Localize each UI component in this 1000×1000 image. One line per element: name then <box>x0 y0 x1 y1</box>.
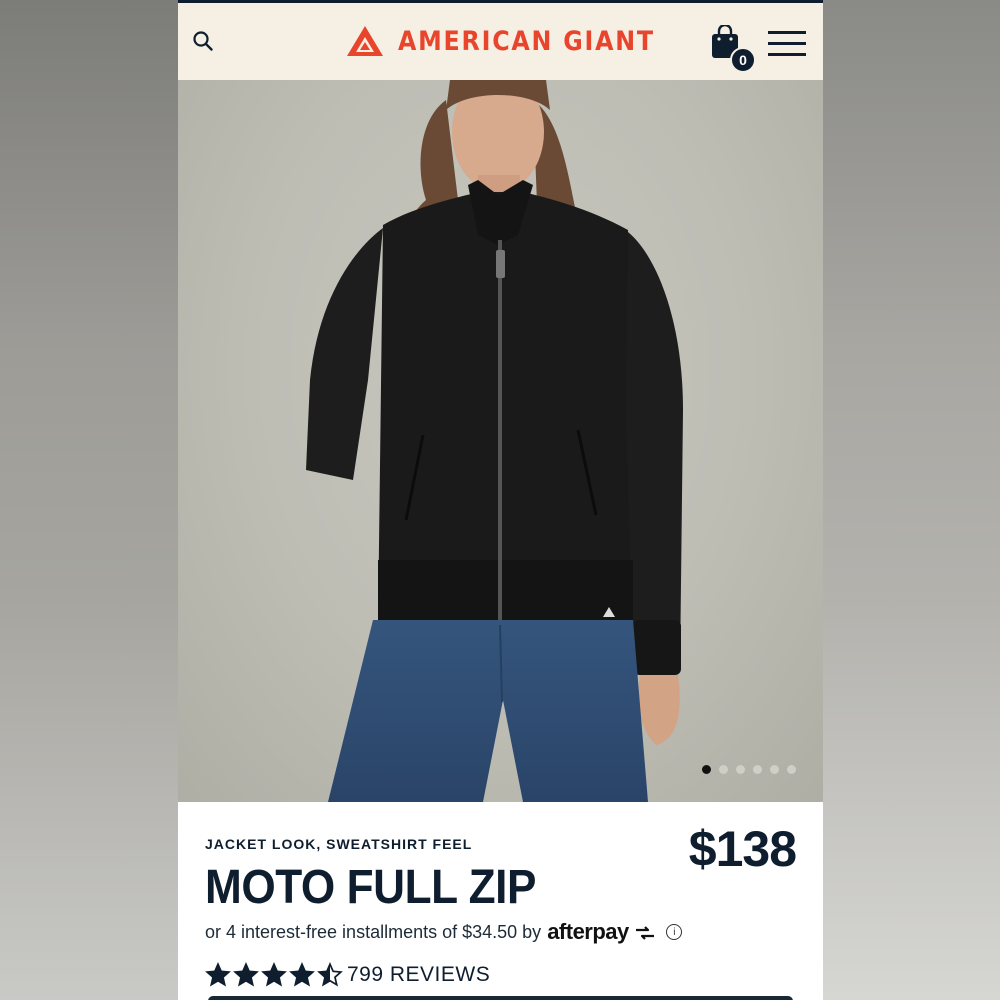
gallery-dot[interactable] <box>787 765 796 774</box>
site-header: AMERICAN GIANT 0 <box>178 3 823 80</box>
cart-button[interactable]: 0 <box>710 23 756 73</box>
star-half-icon <box>317 962 343 987</box>
afterpay-label: afterpay <box>547 919 629 944</box>
product-image[interactable] <box>178 80 823 802</box>
info-icon[interactable]: i <box>666 924 683 940</box>
brand-logo[interactable]: AMERICAN GIANT <box>346 23 690 59</box>
product-tagline: JACKET LOOK, SWEATSHIRT FEEL <box>205 836 473 852</box>
gallery-pagination <box>702 765 796 774</box>
gallery-dot[interactable] <box>702 765 711 774</box>
installments-text: or 4 interest-free installments of $34.5… <box>205 921 542 942</box>
search-button[interactable] <box>192 30 214 52</box>
gallery-dot[interactable] <box>753 765 762 774</box>
rating-stars <box>205 962 343 988</box>
mobile-page: AMERICAN GIANT 0 JACKET LOOK, SWEATSHIRT… <box>178 0 823 1000</box>
add-to-cart-bar[interactable] <box>208 996 793 1000</box>
gallery-dot[interactable] <box>719 765 728 774</box>
afterpay-arrows-icon <box>636 926 655 940</box>
star-full-icon <box>261 962 287 987</box>
brand-name: AMERICAN GIANT <box>398 25 655 57</box>
product-price: $138 <box>688 821 797 877</box>
afterpay-logo[interactable]: afterpay <box>547 919 656 945</box>
menu-button[interactable] <box>768 31 808 59</box>
gallery-dot[interactable] <box>736 765 745 774</box>
product-info: JACKET LOOK, SWEATSHIRT FEEL $138 MOTO F… <box>178 802 823 1000</box>
star-full-icon <box>205 962 231 987</box>
product-title: MOTO FULL ZIP <box>205 861 536 914</box>
rating-reviews[interactable]: 799 REVIEWS <box>205 962 490 988</box>
reviews-count: 799 REVIEWS <box>347 963 491 986</box>
brand-triangle-icon <box>347 26 383 56</box>
star-full-icon <box>289 962 315 987</box>
cart-count-badge: 0 <box>730 47 756 73</box>
model-photo <box>306 80 683 802</box>
star-full-icon <box>233 962 259 987</box>
gallery-dot[interactable] <box>770 765 779 774</box>
installments-line: or 4 interest-free installments of $34.5… <box>205 919 683 945</box>
blurred-background-left <box>0 0 178 1000</box>
blurred-background-right <box>822 0 1000 1000</box>
search-icon <box>193 31 213 51</box>
